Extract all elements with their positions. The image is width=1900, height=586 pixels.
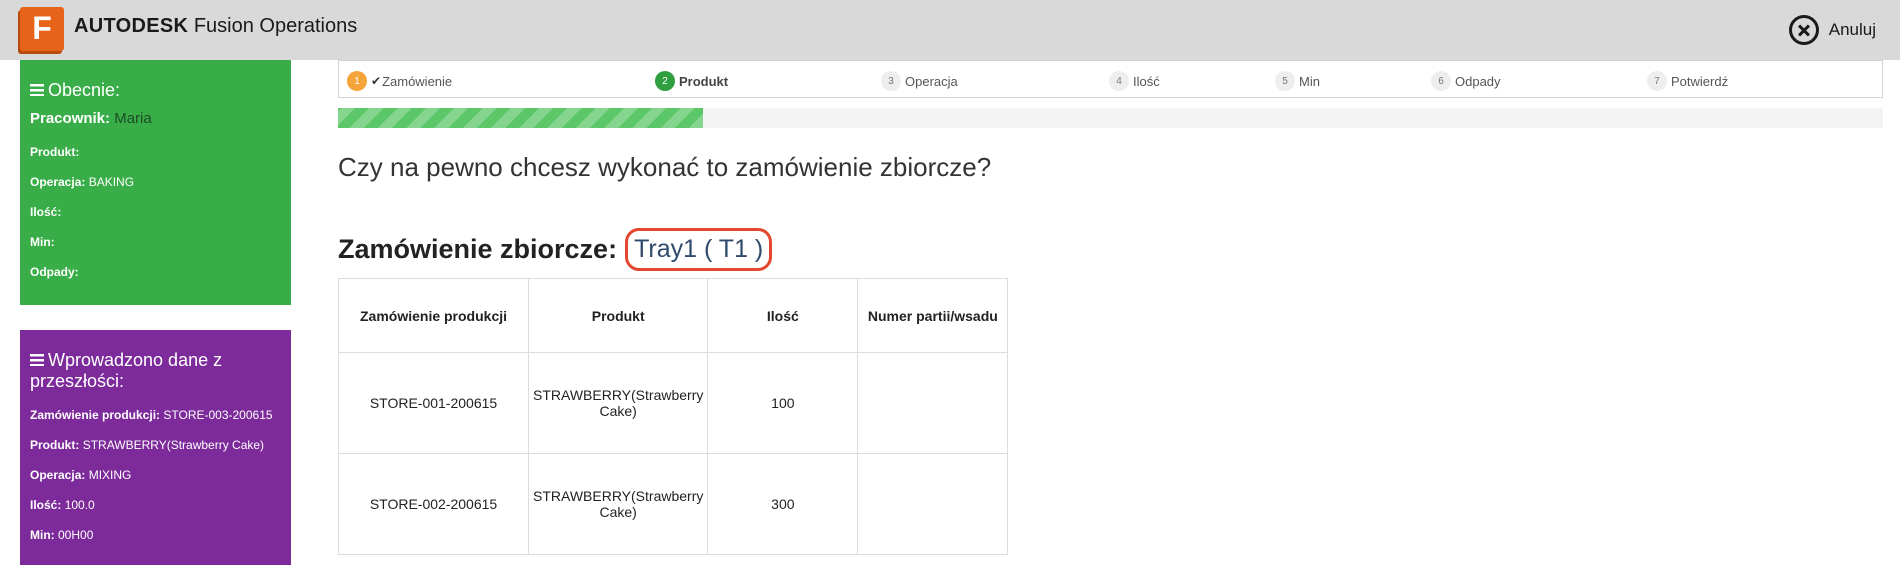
step-confirm[interactable]: 7 Potwierdź <box>1647 71 1728 91</box>
cancel-button[interactable]: Anuluj <box>1788 15 1876 45</box>
table-row: STORE-001-200615 STRAWBERRY(Strawberry C… <box>338 352 1009 454</box>
past-order-row: Zamówienie produkcji: STORE-003-200615 <box>30 408 273 422</box>
step-number: 6 <box>1431 71 1451 91</box>
col-product: Produkt <box>527 278 709 353</box>
menu-icon <box>30 354 44 366</box>
batch-label: Zamówienie zbiorcze: <box>338 234 618 264</box>
step-waste[interactable]: 6 Odpady <box>1431 71 1501 91</box>
past-quantity-row: Ilość: 100.0 <box>30 498 95 512</box>
step-min[interactable]: 5 Min <box>1275 71 1320 91</box>
table-row: STORE-002-200615 STRAWBERRY(Strawberry C… <box>338 453 1009 555</box>
step-quantity[interactable]: 4 Ilość <box>1109 71 1160 91</box>
step-operation[interactable]: 3 Operacja <box>881 71 958 91</box>
cell-product: STRAWBERRY(Strawberry Cake) <box>527 453 709 555</box>
app-title: AUTODESK Fusion Operations <box>74 15 358 37</box>
worker-row: Pracownik: Maria <box>30 110 152 127</box>
current-operation-row: Operacja: BAKING <box>30 175 135 189</box>
app-header: F AUTODESK Fusion Operations Anuluj <box>0 0 1900 60</box>
step-number: 2 <box>655 71 675 91</box>
orders-table: Zamówienie produkcji Produkt Ilość Numer… <box>338 278 1009 555</box>
cell-order: STORE-002-200615 <box>338 453 529 555</box>
close-circle-icon[interactable] <box>1788 15 1819 45</box>
cell-quantity: 300 <box>707 453 859 555</box>
table-header-row: Zamówienie produkcji Produkt Ilość Numer… <box>338 278 1009 353</box>
batch-value: Tray1 ( T1 ) <box>625 228 773 271</box>
past-product-row: Produkt: STRAWBERRY(Strawberry Cake) <box>30 438 265 452</box>
current-quantity-row: Ilość: <box>30 205 62 219</box>
past-min-row: Min: 00H00 <box>30 528 94 542</box>
check-icon: ✔ <box>371 74 382 88</box>
step-number: 3 <box>881 71 901 91</box>
step-number: 1 <box>347 71 367 91</box>
progress-fill <box>338 108 703 128</box>
step-number: 4 <box>1109 71 1129 91</box>
cell-batch-number <box>857 352 1009 454</box>
step-product[interactable]: 2 Produkt <box>655 71 728 91</box>
cell-quantity: 100 <box>707 352 859 454</box>
confirm-question: Czy na pewno chcesz wykonać to zamówieni… <box>338 152 992 182</box>
current-product-row: Produkt: <box>30 145 80 159</box>
step-number: 5 <box>1275 71 1295 91</box>
cell-batch-number <box>857 453 1009 555</box>
cell-product: STRAWBERRY(Strawberry Cake) <box>527 352 709 454</box>
past-panel-title: Wprowadzono dane z przeszłości: <box>30 350 223 391</box>
fusion-logo-icon: F <box>20 7 64 51</box>
col-order: Zamówienie produkcji <box>338 278 529 353</box>
current-min-row: Min: <box>30 235 55 249</box>
progress-bar <box>338 108 1883 128</box>
step-order[interactable]: 1 ✔ Zamówienie <box>347 71 452 91</box>
col-quantity: Ilość <box>707 278 859 353</box>
worker-value: Maria <box>114 110 152 127</box>
menu-icon <box>30 84 44 96</box>
current-waste-row: Odpady: <box>30 265 79 279</box>
wizard-steps: 1 ✔ Zamówienie 2 Produkt 3 Operacja 4 Ilość 5… <box>338 60 1883 98</box>
cell-order: STORE-001-200615 <box>338 352 529 454</box>
past-operation-row: Operacja: MIXING <box>30 468 132 482</box>
current-panel-title: Obecnie: <box>30 80 281 101</box>
batch-order: Zamówienie zbiorcze: Tray1 ( T1 ) <box>338 228 773 271</box>
current-panel: Obecnie: Pracownik: Maria Produkt: Opera… <box>20 60 291 305</box>
col-batch-number: Numer partii/wsadu <box>857 278 1009 353</box>
step-number: 7 <box>1647 71 1667 91</box>
past-data-panel: Wprowadzono dane z przeszłości: Zamówien… <box>20 330 291 565</box>
cancel-label[interactable]: Anuluj <box>1829 20 1876 40</box>
